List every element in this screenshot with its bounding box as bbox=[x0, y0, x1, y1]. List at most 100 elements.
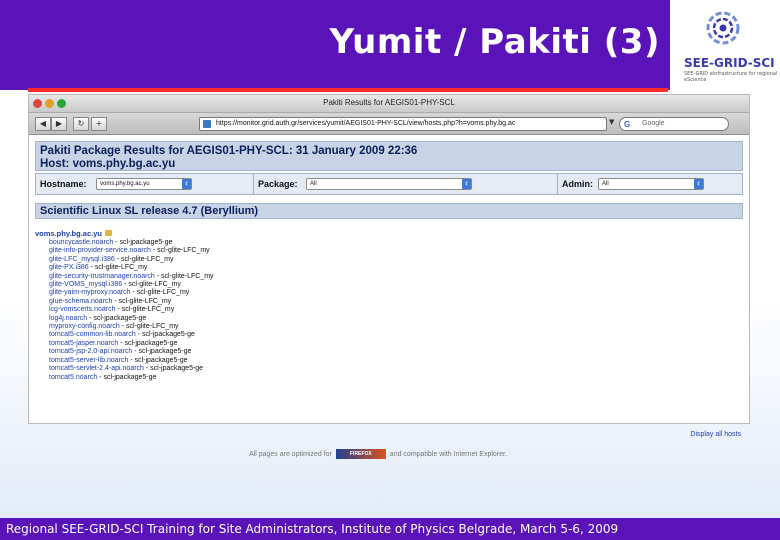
host-entry: voms.phy.bg.ac.yu bbox=[35, 229, 743, 239]
package-row: glite-security-trustmanager.noarch - scl… bbox=[49, 273, 743, 281]
package-repo: - scl-jpackage5-ge bbox=[135, 331, 195, 339]
add-bookmark-button[interactable]: + bbox=[91, 117, 107, 131]
package-list: bouncycastle.noarch - scl-jpackage5-ge gl… bbox=[49, 239, 743, 382]
package-name-link[interactable]: glite-PX.i386 bbox=[49, 264, 89, 271]
package-row: glite-yaim-myproxy.noarch - scl-glite-LF… bbox=[49, 289, 743, 297]
package-name-link[interactable]: glite-security-trustmanager.noarch bbox=[49, 273, 155, 280]
display-all-hosts-link[interactable]: Display all hosts bbox=[690, 431, 741, 438]
package-name-link[interactable]: lcg-vomscerts.noarch bbox=[49, 306, 116, 313]
site-icon bbox=[203, 120, 211, 128]
package-repo: - scl-glite-LFC_my bbox=[154, 272, 214, 280]
package-label: Package: bbox=[258, 179, 298, 189]
results-title: Pakiti Package Results for AEGIS01-PHY-S… bbox=[40, 145, 418, 157]
package-row: lcg-vomscerts.noarch - scl-glite-LFC_my bbox=[49, 306, 743, 314]
package-row: tomcat5.noarch - scl-jpackage5-ge bbox=[49, 374, 743, 382]
package-repo: - scl-jpackage5-ge bbox=[87, 314, 147, 322]
package-name-link[interactable]: tomcat5-server-lib.noarch bbox=[49, 357, 128, 364]
package-row: tomcat5-common-lib.noarch - scl-jpackage… bbox=[49, 331, 743, 339]
package-name-link[interactable]: glite-LFC_mysql.i386 bbox=[49, 256, 115, 263]
package-repo: - scl-glite-LFC_my bbox=[115, 306, 175, 314]
package-row: glue-schema.noarch - scl-glite-LFC_my bbox=[49, 298, 743, 306]
header-underline bbox=[28, 88, 668, 92]
hostname-select[interactable]: voms.phy.bg.ac.yu ⇕ bbox=[96, 178, 192, 190]
package-row: tomcat5-server-lib.noarch - scl-jpackage… bbox=[49, 357, 743, 365]
google-search-icon: G bbox=[624, 120, 631, 129]
slide-title: Yumit / Pakiti (3) bbox=[329, 22, 660, 62]
reload-button[interactable]: ↻ bbox=[73, 117, 89, 131]
package-filter: Package: All ⇕ bbox=[254, 174, 558, 194]
url-text: https://monitor.grid.auth.gr/services/yu… bbox=[216, 120, 516, 127]
package-row: glite-info-provider-service.noarch - scl… bbox=[49, 247, 743, 255]
url-dropdown-icon[interactable]: ▼ bbox=[609, 118, 614, 126]
package-select-value: All bbox=[310, 181, 317, 187]
package-row: tomcat5-servlet-2.4-api.noarch - scl-jpa… bbox=[49, 365, 743, 373]
os-release-header: Scientific Linux SL release 4.7 (Berylli… bbox=[35, 203, 743, 219]
package-name-link[interactable]: myproxy-config.noarch bbox=[49, 323, 120, 330]
admin-filter: Admin: All ⇕ bbox=[558, 174, 742, 194]
package-name-link[interactable]: glite-yaim-myproxy.noarch bbox=[49, 289, 131, 296]
search-input[interactable]: G Google bbox=[619, 117, 729, 131]
hostname-label: Hostname: bbox=[40, 179, 87, 189]
package-repo: - scl-glite-LFC_my bbox=[130, 289, 190, 297]
host-link[interactable]: voms.phy.bg.ac.yu bbox=[35, 229, 102, 238]
package-repo: - scl-glite-LFC_my bbox=[114, 255, 174, 263]
package-repo: - scl-glite-LFC_my bbox=[112, 297, 172, 305]
package-repo: - scl-jpackage5-ge bbox=[113, 239, 173, 246]
select-arrow-icon: ⇕ bbox=[462, 179, 471, 189]
lock-icon bbox=[104, 230, 112, 236]
search-placeholder: Google bbox=[642, 120, 665, 127]
package-repo: - scl-glite-LFC_my bbox=[150, 247, 210, 255]
browser-toolbar: ◀ ▶ ↻ + https://monitor.grid.auth.gr/ser… bbox=[29, 113, 749, 135]
admin-select-value: All bbox=[602, 181, 609, 187]
package-repo: - scl-glite-LFC_my bbox=[88, 264, 148, 272]
firefox-badge-icon[interactable]: FIREFOX bbox=[335, 449, 386, 459]
forward-button[interactable]: ▶ bbox=[51, 117, 67, 131]
package-row: glite-PX.i386 - scl-glite-LFC_my bbox=[49, 264, 743, 272]
package-row: log4j.noarch - scl-jpackage5-ge bbox=[49, 315, 743, 323]
package-name-link[interactable]: bouncycastle.noarch bbox=[49, 239, 113, 246]
package-repo: - scl-jpackage5-ge bbox=[143, 365, 204, 373]
results-host: Host: voms.phy.bg.ac.yu bbox=[40, 158, 176, 170]
hostname-filter: Hostname: voms.phy.bg.ac.yu ⇕ bbox=[36, 174, 254, 194]
see-grid-logo: SEE-GRID-SCI SEE-GRID eInfrastructure fo… bbox=[672, 0, 780, 90]
package-repo: - scl-glite-LFC_my bbox=[119, 323, 179, 331]
hostname-select-value: voms.phy.bg.ac.yu bbox=[100, 181, 150, 187]
window-title: Pakiti Results for AEGIS01-PHY-SCL bbox=[323, 98, 455, 107]
filter-bar: Hostname: voms.phy.bg.ac.yu ⇕ Package: A… bbox=[35, 173, 743, 195]
package-name-link[interactable]: log4j.noarch bbox=[49, 315, 87, 322]
package-repo: - scl-glite-LFC_my bbox=[122, 281, 181, 289]
select-arrow-icon: ⇕ bbox=[694, 179, 703, 189]
package-repo: - scl-jpackage5-ge bbox=[128, 356, 188, 364]
url-bar[interactable]: https://monitor.grid.auth.gr/services/yu… bbox=[199, 117, 607, 131]
optimized-text-pre: All pages are optimized for bbox=[249, 450, 332, 458]
package-row: glite-VOMS_mysql.i386 - scl-glite-LFC_my bbox=[49, 281, 743, 289]
page-content: Pakiti Package Results for AEGIS01-PHY-S… bbox=[29, 141, 749, 459]
package-row: tomcat5-jsp-2.0-api.noarch - scl-jpackag… bbox=[49, 348, 743, 356]
back-button[interactable]: ◀ bbox=[35, 117, 51, 131]
package-repo: - scl-jpackage5-ge bbox=[132, 348, 192, 356]
package-row: myproxy-config.noarch - scl-glite-LFC_my bbox=[49, 323, 743, 331]
browser-window: Pakiti Results for AEGIS01-PHY-SCL ◀ ▶ ↻… bbox=[28, 94, 750, 459]
package-name-link[interactable]: tomcat5.noarch bbox=[49, 374, 97, 381]
package-name-link[interactable]: tomcat5-servlet-2.4-api.noarch bbox=[49, 365, 144, 372]
package-name-link[interactable]: glue-schema.noarch bbox=[49, 298, 112, 305]
results-header: Pakiti Package Results for AEGIS01-PHY-S… bbox=[35, 141, 743, 171]
package-row: tomcat5-jasper.noarch - scl-jpackage5-ge bbox=[49, 340, 743, 348]
package-name-link[interactable]: glite-info-provider-service.noarch bbox=[49, 247, 151, 254]
slide-footer: Regional SEE-GRID-SCI Training for Site … bbox=[0, 518, 780, 540]
window-titlebar: Pakiti Results for AEGIS01-PHY-SCL bbox=[29, 95, 749, 113]
package-select[interactable]: All ⇕ bbox=[306, 178, 472, 190]
package-repo: - scl-jpackage5-ge bbox=[118, 339, 178, 347]
select-arrow-icon: ⇕ bbox=[182, 179, 191, 189]
package-name-link[interactable]: glite-VOMS_mysql.i386 bbox=[49, 281, 122, 288]
package-name-link[interactable]: tomcat5-common-lib.noarch bbox=[49, 331, 136, 338]
logo-subtitle: SEE-GRID eInfrastructure for regional eS… bbox=[684, 71, 778, 83]
package-name-link[interactable]: tomcat5-jsp-2.0-api.noarch bbox=[49, 348, 132, 355]
package-row: glite-LFC_mysql.i386 - scl-glite-LFC_my bbox=[49, 256, 743, 264]
package-name-link[interactable]: tomcat5-jasper.noarch bbox=[49, 340, 118, 347]
logo-text: SEE-GRID-SCI bbox=[684, 56, 775, 70]
admin-select[interactable]: All ⇕ bbox=[598, 178, 704, 190]
swirl-logo-icon bbox=[706, 11, 740, 45]
admin-label: Admin: bbox=[562, 179, 593, 189]
optimized-text-post: and compatible with Internet Explorer. bbox=[389, 450, 507, 458]
